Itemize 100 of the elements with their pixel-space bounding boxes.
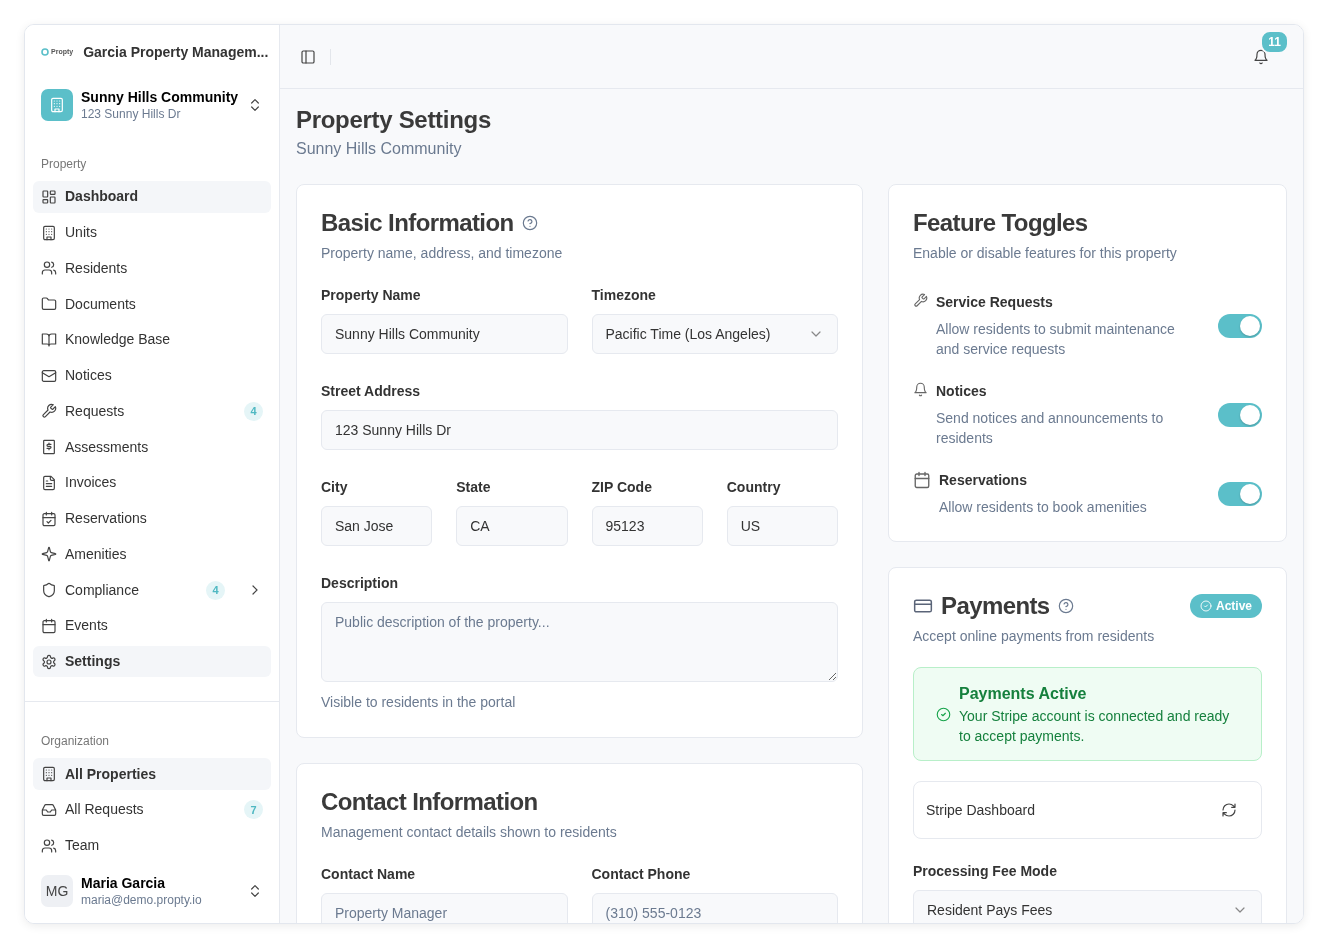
sidebar-item[interactable]: Team [33,829,271,862]
page-subtitle: Sunny Hills Community [296,139,463,159]
sidebar-item[interactable]: Settings [33,645,271,678]
building-icon [41,224,57,241]
bell-icon [913,382,928,397]
sidebar-item[interactable]: Knowledge Base [33,324,271,356]
card-subtitle: Accept online payments from residents [913,627,1156,646]
field-label: Description [321,575,399,592]
property-name: Sunny Hills Community [81,89,239,107]
credit-card-icon [913,596,933,616]
input-field[interactable]: Property Manager [321,893,568,923]
people-icon [41,837,57,854]
sidebar-item[interactable]: Events [33,609,271,642]
sidebar-item[interactable]: All Properties [33,758,271,791]
feature-name: Service Requests [936,293,1054,312]
feature-name: Reservations [939,471,1028,490]
input-field[interactable]: 123 Sunny Hills Dr [321,410,838,450]
select-field[interactable]: Pacific Time (Los Angeles) [591,314,838,354]
dollar-receipt-icon [41,439,57,456]
shield-icon [41,582,57,599]
field-label: Contact Phone [591,866,692,883]
input-field[interactable]: CA [456,506,568,546]
property-switcher[interactable]: Sunny Hills Community 123 Sunny Hills Dr [33,79,271,132]
count-badge: 7 [244,800,263,820]
sidebar-item[interactable]: Units [33,216,271,249]
logo-icon [41,48,49,57]
organization-name: Garcia Property Managem... [83,42,269,62]
sidebar-item[interactable]: Notices [33,359,271,392]
sidebar-item[interactable]: Assessments [33,431,271,463]
sidebar-item[interactable]: All Requests 7 [33,794,271,826]
sidebar-item[interactable]: Residents [33,252,271,285]
document-icon [41,474,57,491]
wrench-icon [41,403,57,420]
alert-title: Payments Active [959,684,1088,704]
people-icon [41,260,57,277]
inbox-icon [41,801,57,818]
page-title: Property Settings [296,105,492,135]
field-label: Contact Name [321,866,417,883]
field-label: Country [726,479,782,496]
input-field[interactable]: San Jose [321,506,433,546]
input-field[interactable]: (310) 555-0123 [591,893,838,923]
input-field[interactable]: US [726,506,838,546]
count-badge: 4 [244,401,263,421]
feature-description: Allow residents to book amenities [939,498,1147,517]
field-label: City [321,479,349,496]
toggle-switch[interactable] [1218,402,1262,427]
wrench-icon [913,293,928,308]
settings-icon [41,653,57,670]
check-circle-icon [936,706,951,722]
sidebar-item[interactable]: Invoices [33,467,271,499]
calendar-icon [913,471,931,489]
help-icon [1057,598,1074,614]
field-label: ZIP Code [591,479,653,496]
building-icon [41,89,73,122]
folder-icon [41,296,57,313]
sidebar-item[interactable]: Dashboard [33,181,271,213]
stripe-dashboard-button[interactable]: Stripe Dashboard [913,781,1262,839]
sidebar-item[interactable]: Amenities [33,538,271,571]
envelope-icon [41,367,57,384]
sidebar-item[interactable]: Reservations [33,502,271,535]
bell-icon [1253,48,1269,65]
sidebar-item[interactable]: Requests 4 [33,395,271,428]
field-hint: Visible to residents in the portal [321,693,517,712]
field-label: Street Address [321,383,422,400]
toggle-switch[interactable] [1218,313,1262,338]
feature-description: Send notices and announcements to residents [936,409,1165,448]
sparkle-icon [41,546,57,563]
sidebar-item[interactable]: Compliance 4 [33,574,271,606]
count-badge: 4 [206,580,225,600]
feature-name: Notices [936,382,988,401]
field-label: Processing Fee Mode [913,863,1058,880]
input-field[interactable]: Sunny Hills Community [321,314,568,354]
card-title: Contact Information [321,788,538,816]
field-label: State [456,479,492,496]
building-icon [41,766,57,783]
textarea-field[interactable]: Public description of the property... [321,602,838,682]
sidebar-toggle-icon [300,48,316,65]
notifications-button[interactable] [1253,48,1269,65]
avatar: MG [41,875,73,908]
select-field[interactable]: Resident Pays Fees [913,890,1262,923]
card-subtitle: Enable or disable features for this property [913,244,1178,263]
card-title: Feature Toggles [913,209,1088,237]
field-label: Timezone [591,287,657,304]
grid-icon [41,188,57,205]
field-label: Property Name [321,287,422,304]
property-address: 123 Sunny Hills Dr [81,106,182,122]
user-name: Maria Garcia [81,875,167,893]
section-heading: Organization [40,733,111,751]
notification-count: 11 [1260,29,1289,54]
user-email: maria@demo.propty.io [81,892,203,908]
alert-message: Your Stripe account is connected and ready to accept payments. [959,707,1231,746]
card-subtitle: Property name, address, and timezone [321,244,564,263]
feature-description: Allow residents to submit maintenance and service requests [936,320,1176,359]
card-subtitle: Management contact details shown to residents [321,823,618,842]
section-heading: Property [40,156,88,174]
toggle-switch[interactable] [1218,481,1262,506]
book-icon [41,331,57,348]
card-title: Payments [941,592,1050,620]
input-field[interactable]: 95123 [591,506,703,546]
sidebar-item[interactable]: Documents [33,288,271,321]
